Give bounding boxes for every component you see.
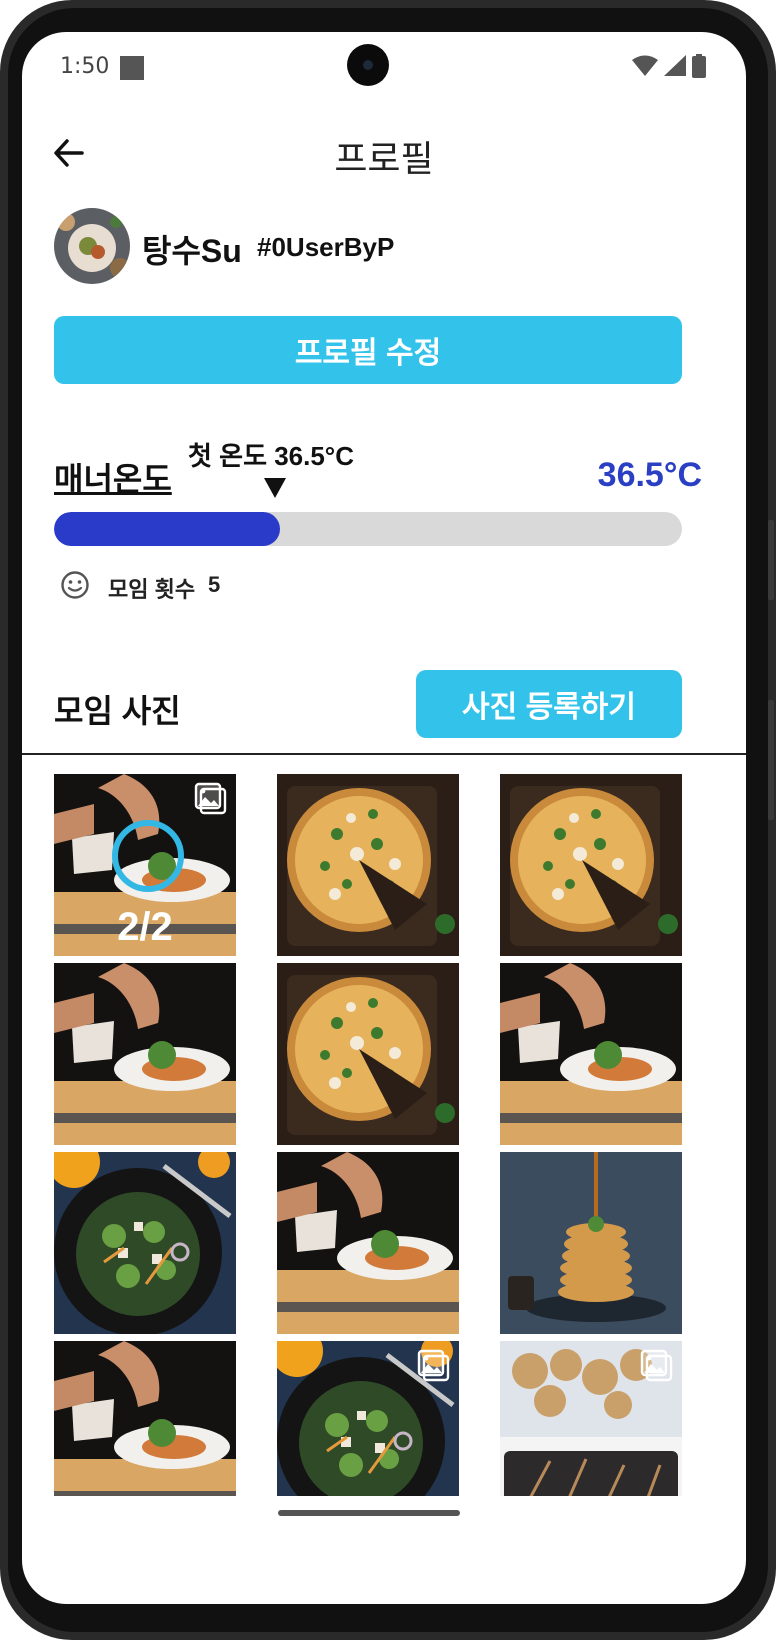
side-button: [768, 520, 774, 600]
wifi-icon: [632, 55, 658, 76]
signal-icon: [664, 55, 686, 76]
photo-thumbnail-pizza[interactable]: [277, 774, 459, 956]
first-temperature-marker: [264, 478, 286, 498]
photo-chef-plating: [500, 963, 682, 1145]
front-camera: [347, 44, 389, 86]
manner-temperature-value: 36.5°C: [597, 456, 702, 494]
page-title: 프로필: [334, 139, 434, 180]
temperature-bar-fill: [54, 512, 281, 546]
photo-thumbnail-fried-food[interactable]: [500, 1341, 682, 1496]
photo-thumbnail-chef-plating[interactable]: [500, 963, 682, 1145]
meeting-count-label: 모임 횟수: [108, 577, 196, 602]
avatar-image: [54, 208, 130, 284]
multiple-images-icon: [417, 1349, 450, 1382]
photo-thumbnail-pancakes[interactable]: [500, 1152, 682, 1334]
photo-thumbnail-chef-plating[interactable]: [277, 1152, 459, 1334]
edit-profile-button[interactable]: 프로필 수정: [54, 316, 682, 384]
meeting-photos-title: 모임 사진: [54, 693, 181, 729]
first-temperature-label: 첫 온도 36.5°C: [188, 441, 354, 471]
meeting-count-value: 5: [208, 572, 221, 597]
photo-pizza: [277, 963, 459, 1145]
photo-counter: 2/2: [117, 905, 173, 949]
user-tag: #0UserByP: [257, 232, 395, 262]
volume-button: [768, 700, 774, 820]
photo-thumbnail-pizza[interactable]: [277, 963, 459, 1145]
photo-thumbnail-chef-plating[interactable]: [54, 1341, 236, 1496]
selection-ring: [112, 820, 184, 892]
status-time: 1:50: [60, 54, 110, 79]
photo-thumbnail-chef-plating[interactable]: 2/2: [54, 774, 236, 956]
photo-thumbnail-pizza[interactable]: [500, 774, 682, 956]
battery-icon: [692, 54, 706, 78]
photo-pizza: [500, 774, 682, 956]
photo-thumbnail-salad[interactable]: [277, 1341, 459, 1496]
photo-chef-plating: [277, 1152, 459, 1334]
photo-pizza: [277, 774, 459, 956]
photo-thumbnail-chef-plating[interactable]: [54, 963, 236, 1145]
smiley-icon: [61, 571, 89, 599]
multiple-images-icon: [640, 1349, 673, 1382]
photo-chef-plating: [54, 1341, 236, 1496]
photo-chef-plating: [54, 963, 236, 1145]
section-divider: [22, 753, 746, 755]
photo-thumbnail-salad[interactable]: [54, 1152, 236, 1334]
temperature-bar: [54, 512, 682, 546]
multiple-images-icon: [194, 782, 227, 815]
notification-icon: [120, 56, 144, 80]
nickname: 탕수Su: [142, 233, 242, 269]
manner-temperature-label[interactable]: 매너온도: [54, 454, 172, 500]
phone-screen: 1:50 프로필 탕수Su #0UserByP 프로필 수정 매너온도 첫 온도…: [22, 32, 746, 1604]
photo-grid: 2/2: [54, 774, 682, 1496]
photo-pancakes: [500, 1152, 682, 1334]
photo-salad: [54, 1152, 236, 1334]
avatar[interactable]: [54, 208, 130, 284]
home-indicator[interactable]: [278, 1510, 460, 1516]
register-photo-button[interactable]: 사진 등록하기: [416, 670, 682, 738]
status-icons: [632, 54, 706, 78]
